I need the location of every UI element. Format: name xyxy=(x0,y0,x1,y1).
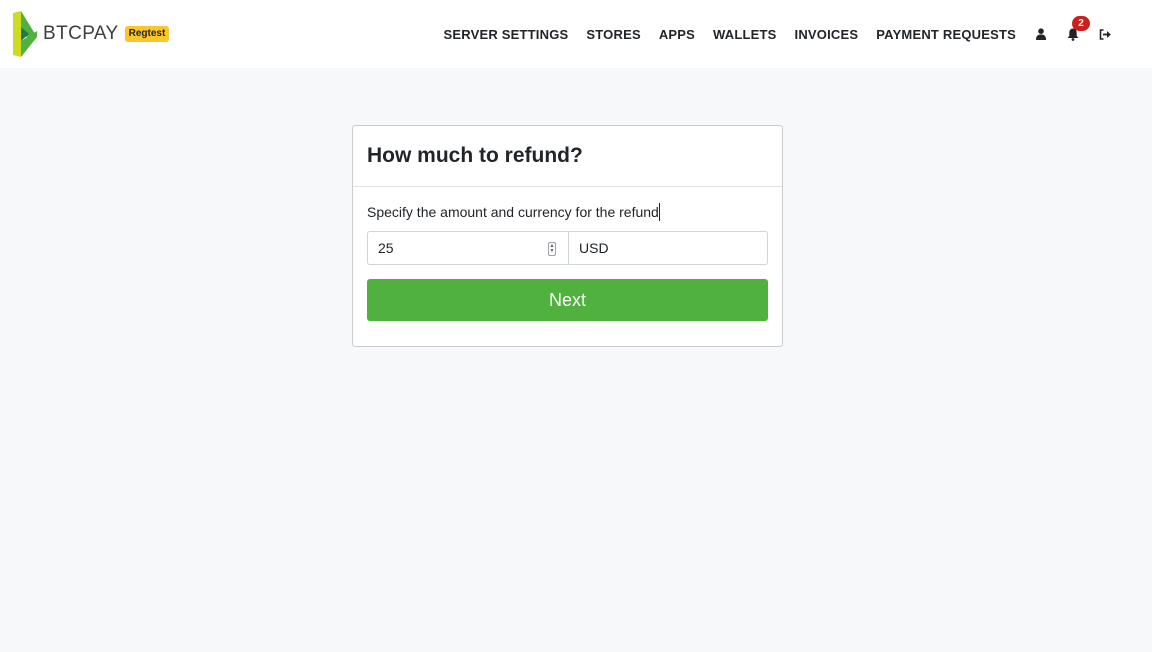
nav-server-settings[interactable]: SERVER SETTINGS xyxy=(444,27,569,42)
page-title: How much to refund? xyxy=(367,144,583,167)
top-navbar: BTCPAY Regtest SERVER SETTINGS STORES AP… xyxy=(0,0,1152,68)
refund-description-text: Specify the amount and currency for the … xyxy=(367,204,659,220)
nav-stores[interactable]: STORES xyxy=(586,27,640,42)
nav-invoices[interactable]: INVOICES xyxy=(795,27,859,42)
sign-out-icon[interactable] xyxy=(1098,27,1112,41)
refund-card: How much to refund? Specify the amount a… xyxy=(352,125,783,347)
amount-input[interactable]: 25 ▲ ▼ xyxy=(367,231,568,265)
bell-icon[interactable]: 2 xyxy=(1066,16,1090,41)
btcpay-logo-icon xyxy=(13,11,37,57)
refund-card-header: How much to refund? xyxy=(353,126,782,187)
brand-logo-link[interactable]: BTCPAY Regtest xyxy=(11,11,170,57)
currency-value: USD xyxy=(579,240,609,256)
nav-payment-requests[interactable]: PAYMENT REQUESTS xyxy=(876,27,1016,42)
notification-count-badge: 2 xyxy=(1072,16,1090,31)
amount-value: 25 xyxy=(378,240,394,256)
nav-wallets[interactable]: WALLETS xyxy=(713,27,777,42)
chevron-down-icon[interactable]: ▼ xyxy=(550,249,555,254)
brand-name: BTCPAY xyxy=(43,23,119,44)
currency-input[interactable]: USD xyxy=(568,231,768,265)
nav-apps[interactable]: APPS xyxy=(659,27,695,42)
user-icon[interactable] xyxy=(1034,27,1048,41)
refund-card-body: Specify the amount and currency for the … xyxy=(353,187,782,321)
main-nav: SERVER SETTINGS STORES APPS WALLETS INVO… xyxy=(426,0,1112,68)
next-button[interactable]: Next xyxy=(367,279,768,321)
amount-stepper[interactable]: ▲ ▼ xyxy=(548,242,556,256)
environment-badge: Regtest xyxy=(124,26,170,42)
text-cursor xyxy=(658,203,660,221)
refund-description: Specify the amount and currency for the … xyxy=(367,203,768,221)
refund-amount-group: 25 ▲ ▼ USD xyxy=(367,231,768,265)
